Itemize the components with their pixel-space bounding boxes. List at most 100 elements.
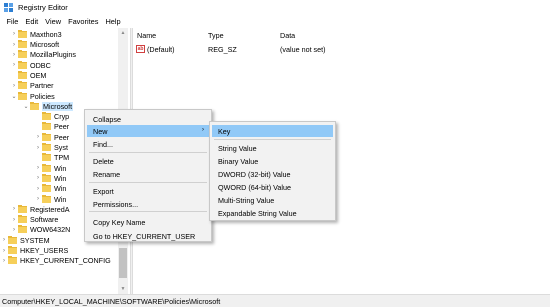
column-name[interactable]: Name: [137, 31, 156, 40]
tree-item[interactable]: ⌄ Policies: [10, 91, 55, 102]
registry-editor-icon: [4, 3, 13, 12]
tree-item-label: Peer: [54, 132, 70, 142]
context-menu-item[interactable]: Go to HKEY_CURRENT_USER: [87, 230, 209, 242]
expand-arrow-icon[interactable]: ›: [34, 134, 42, 140]
tree-item[interactable]: › HKEY_USERS: [0, 245, 68, 256]
context-menu-item[interactable]: Permissions...: [87, 198, 209, 210]
context-menu-item[interactable]: Find...: [87, 138, 209, 150]
tree-item-label: HKEY_USERS: [20, 246, 69, 256]
window-title: Registry Editor: [18, 3, 68, 12]
submenu-item[interactable]: Key: [212, 125, 333, 137]
expanded-arrow-icon[interactable]: ⌄: [10, 93, 18, 100]
folder-icon: [18, 215, 27, 224]
folder-icon: [18, 60, 27, 69]
context-menu-item[interactable]: Copy Key Name: [87, 216, 209, 228]
column-type[interactable]: Type: [208, 31, 224, 40]
submenu-label: Binary Value: [218, 156, 259, 166]
tree-item-label: RegisteredA: [30, 204, 70, 214]
tree-item[interactable]: Peer: [34, 122, 69, 133]
tree-item[interactable]: › Peer: [34, 132, 69, 143]
column-data[interactable]: Data: [280, 31, 295, 40]
submenu-item[interactable]: Expandable String Value: [212, 207, 333, 219]
menu-view[interactable]: View: [42, 17, 65, 26]
tree-item[interactable]: › HKEY_CURRENT_CONFIG: [0, 256, 111, 267]
string-value-icon: ab: [136, 45, 145, 53]
tree-item-label: Microsoft: [30, 40, 60, 50]
tree-item[interactable]: › RegisteredA: [10, 204, 70, 215]
tree-item[interactable]: OEM: [10, 70, 46, 81]
status-bar: Computer\HKEY_LOCAL_MACHINE\SOFTWARE\Pol…: [0, 294, 550, 307]
context-menu-item[interactable]: Rename: [87, 168, 209, 180]
tree-item[interactable]: ⌄ Microsoft: [22, 101, 74, 112]
menu-favorites[interactable]: Favorites: [65, 17, 102, 26]
folder-icon: [18, 81, 27, 90]
expand-arrow-icon[interactable]: ›: [10, 227, 18, 233]
folder-icon: [42, 153, 51, 162]
menu-bar: File Edit View Favorites Help: [0, 15, 550, 28]
expand-arrow-icon[interactable]: ›: [0, 237, 8, 243]
tree-item[interactable]: › Syst: [34, 142, 68, 153]
tree-item[interactable]: › Partner: [10, 81, 54, 92]
menu-help[interactable]: Help: [102, 17, 124, 26]
tree-item-label: Win: [54, 194, 67, 204]
submenu-item[interactable]: String Value: [212, 142, 333, 154]
value-type: REG_SZ: [208, 45, 237, 54]
tree-item[interactable]: TPM: [34, 153, 69, 164]
tree-item[interactable]: › ODBC: [10, 60, 51, 71]
tree-item-label: Syst: [54, 143, 68, 153]
folder-icon: [18, 225, 27, 234]
scroll-down-icon[interactable]: ▼: [118, 284, 128, 294]
menu-separator: [89, 182, 207, 183]
tree-item-label: Win: [54, 173, 67, 183]
submenu-item[interactable]: Multi-String Value: [212, 194, 333, 206]
tree-item[interactable]: › WOW6432N: [10, 225, 70, 236]
expand-arrow-icon[interactable]: ›: [10, 83, 18, 89]
scroll-up-icon[interactable]: ▲: [118, 28, 128, 38]
folder-icon: [42, 122, 51, 131]
tree-item[interactable]: › SYSTEM: [0, 235, 50, 246]
scroll-thumb[interactable]: [119, 248, 127, 278]
tree-item[interactable]: › Software: [10, 214, 58, 225]
tree-item[interactable]: › Microsoft: [10, 39, 59, 50]
tree-item[interactable]: › Win: [34, 173, 66, 184]
expand-arrow-icon[interactable]: ›: [10, 206, 18, 212]
expand-arrow-icon[interactable]: ›: [34, 186, 42, 192]
submenu-label: Multi-String Value: [218, 195, 275, 205]
folder-icon: [42, 194, 51, 203]
submenu-item[interactable]: Binary Value: [212, 155, 333, 167]
expand-arrow-icon[interactable]: ›: [0, 248, 8, 254]
expanded-arrow-icon[interactable]: ⌄: [22, 103, 30, 110]
tree-item[interactable]: › Maxthon3: [10, 29, 62, 40]
menu-file[interactable]: File: [3, 17, 22, 26]
expand-arrow-icon[interactable]: ›: [34, 145, 42, 151]
expand-arrow-icon[interactable]: ›: [10, 62, 18, 68]
tree-item[interactable]: › Win: [34, 163, 66, 174]
menu-edit[interactable]: Edit: [22, 17, 42, 26]
expand-arrow-icon[interactable]: ›: [34, 165, 42, 171]
tree-item-label: Win: [54, 184, 67, 194]
tree-item[interactable]: › Win: [34, 194, 66, 205]
tree-item-label: Cryp: [54, 112, 70, 122]
context-menu-item[interactable]: Export: [87, 185, 209, 197]
tree-item-label: Maxthon3: [30, 29, 62, 39]
tree-item[interactable]: › Win: [34, 184, 66, 195]
tree-item[interactable]: Cryp: [34, 111, 69, 122]
context-menu-item[interactable]: Delete: [87, 155, 209, 167]
value-row[interactable]: ab (Default) REG_SZ (value not set): [133, 43, 550, 54]
expand-arrow-icon[interactable]: ›: [34, 175, 42, 181]
expand-arrow-icon[interactable]: ›: [34, 196, 42, 202]
expand-arrow-icon[interactable]: ›: [10, 31, 18, 37]
context-menu-item[interactable]: Collapse: [87, 113, 209, 125]
tree-item-label: Partner: [30, 81, 54, 91]
tree-item[interactable]: › MozillaPlugins: [10, 50, 76, 61]
submenu-item[interactable]: DWORD (32-bit) Value: [212, 168, 333, 180]
submenu-item[interactable]: QWORD (64-bit) Value: [212, 181, 333, 193]
folder-icon: [42, 143, 51, 152]
value-name: (Default): [147, 45, 175, 54]
expand-arrow-icon[interactable]: ›: [10, 52, 18, 58]
context-menu-item[interactable]: New ›: [87, 125, 209, 137]
expand-arrow-icon[interactable]: ›: [10, 42, 18, 48]
expand-arrow-icon[interactable]: ›: [10, 217, 18, 223]
expand-arrow-icon[interactable]: ›: [0, 258, 8, 264]
context-menu-label: New: [93, 126, 108, 136]
